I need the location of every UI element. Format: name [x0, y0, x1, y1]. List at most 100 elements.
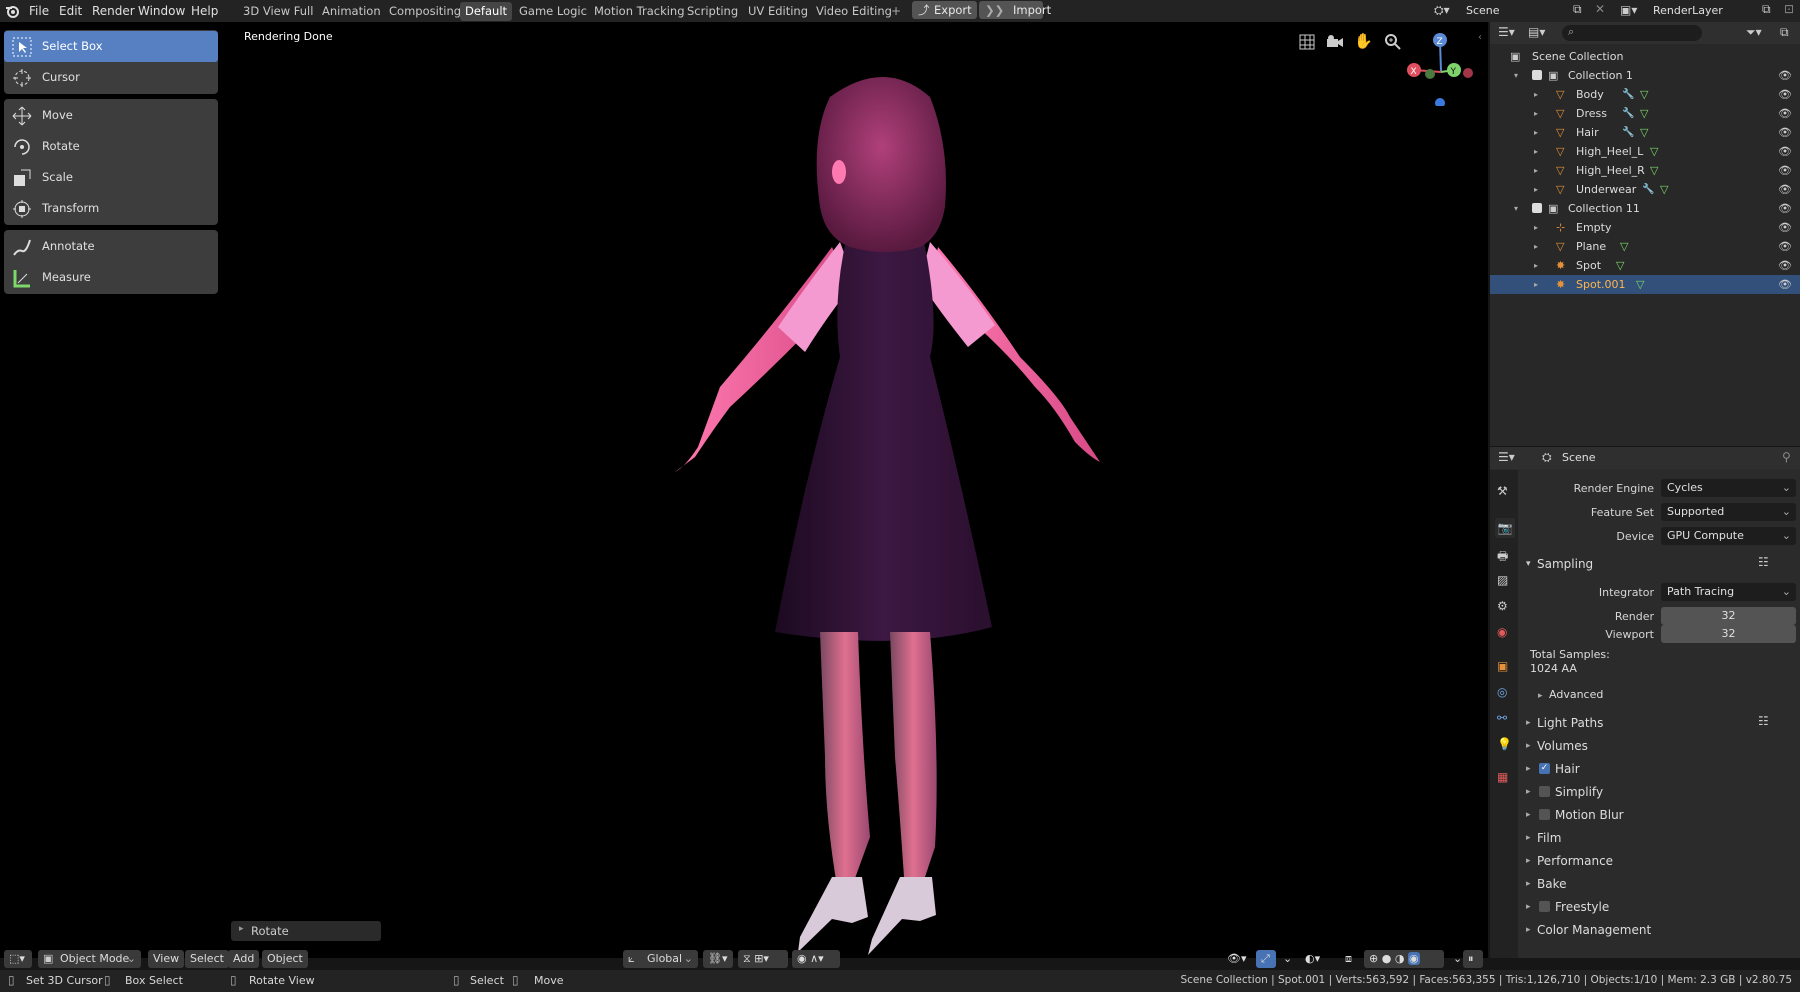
section-freestyle[interactable]: Freestyle	[1555, 900, 1609, 914]
menu-help[interactable]: Help	[191, 2, 218, 20]
section-expand-icon[interactable]: ▸	[1526, 718, 1531, 728]
editor-type-button[interactable]: ⬚▾	[4, 950, 32, 968]
export-button[interactable]: ⤴ Export	[912, 1, 977, 19]
section-expand-icon[interactable]: ▸	[1526, 741, 1531, 751]
rendered-shading-icon[interactable]: ◉	[1407, 952, 1420, 965]
section-expand-icon[interactable]: ▸	[1526, 764, 1531, 774]
collection-checkbox[interactable]	[1532, 70, 1542, 80]
presets-icon[interactable]: ☷	[1758, 555, 1769, 569]
visibility-eye-icon[interactable]: 👁	[1778, 180, 1792, 199]
outliner-row[interactable]: ▸ ▽ High_Heel_L ▽ 👁	[1490, 142, 1800, 161]
tool-annotate[interactable]: Annotate	[4, 231, 218, 262]
expand-icon[interactable]: ▸	[1534, 237, 1538, 256]
solid-shading-icon[interactable]: ●	[1382, 952, 1392, 965]
tool-measure[interactable]: Measure	[4, 262, 218, 293]
editor-type-icon[interactable]: ☰▾	[1498, 25, 1515, 39]
section-film[interactable]: Film	[1537, 831, 1561, 845]
section-sampling[interactable]: Sampling	[1537, 557, 1593, 571]
outliner-row[interactable]: ▾ ▣ Collection 11 👁	[1490, 199, 1800, 218]
expand-icon[interactable]: ▸	[1534, 256, 1538, 275]
constraints-tab-icon[interactable]: ⚯	[1497, 711, 1507, 725]
expand-icon[interactable]: ▸	[1534, 218, 1538, 237]
shading-dropdown[interactable]: ⌄	[1448, 950, 1462, 968]
section-color-management[interactable]: Color Management	[1537, 923, 1651, 937]
material-shading-icon[interactable]: ◑	[1395, 952, 1405, 965]
expand-icon[interactable]: ▸	[1534, 123, 1538, 142]
scene-name[interactable]: Scene	[1466, 2, 1564, 20]
menu-render[interactable]: Render	[92, 2, 135, 20]
tab-motion-tracking[interactable]: Motion Tracking	[589, 2, 690, 21]
section-advanced[interactable]: Advanced	[1549, 688, 1603, 701]
tab-scripting[interactable]: Scripting	[682, 2, 743, 21]
visibility-eye-icon[interactable]: 👁	[1778, 256, 1792, 275]
menu-window[interactable]: Window	[138, 2, 185, 20]
section-expand-icon[interactable]: ▸	[1526, 787, 1531, 797]
tool-select-box[interactable]: Select Box	[4, 31, 218, 62]
view-layer-icon[interactable]: ▣▾	[1620, 3, 1637, 17]
gizmo-toggle[interactable]: ⤢	[1256, 950, 1276, 968]
modifier-icon[interactable]: 🔧	[1622, 104, 1634, 123]
camera-view-icon[interactable]	[1326, 34, 1344, 50]
tool-transform[interactable]: Transform	[4, 193, 218, 224]
expand-icon[interactable]: ▸	[1534, 161, 1538, 180]
mesh-data-icon[interactable]: ▽	[1640, 123, 1648, 142]
section-bake[interactable]: Bake	[1537, 877, 1567, 891]
collapse-icon[interactable]: ▾	[1514, 199, 1518, 218]
section-expand-icon[interactable]: ▸	[1526, 856, 1531, 866]
menu-add[interactable]: Add	[228, 950, 260, 968]
mesh-data-icon[interactable]: ▽	[1620, 237, 1628, 256]
section-checkbox[interactable]	[1539, 809, 1550, 820]
outliner-row[interactable]: ▸ ✸ Spot ▽ 👁	[1490, 256, 1800, 275]
pause-render-button[interactable]: ⏸	[1463, 950, 1483, 968]
visibility-eye-icon[interactable]: 👁	[1778, 275, 1792, 294]
output-tab-icon[interactable]: 🖶	[1497, 547, 1508, 568]
visibility-select[interactable]: 👁▾	[1222, 950, 1252, 968]
xray-toggle[interactable]: ⧈	[1340, 950, 1360, 968]
tab-game-logic[interactable]: Game Logic	[514, 2, 592, 21]
overlay-toggle[interactable]: ◐▾	[1300, 950, 1334, 968]
add-workspace-icon[interactable]: +	[891, 2, 901, 20]
tab-uv-editing[interactable]: UV Editing	[743, 2, 813, 21]
section-hair[interactable]: Hair	[1555, 762, 1580, 776]
visibility-eye-icon[interactable]: 👁	[1778, 199, 1792, 218]
outliner-row[interactable]: ▸ ✸ Spot.001 ▽ 👁	[1490, 275, 1800, 294]
mode-select[interactable]: ▣ Object Mode ⌄	[38, 950, 141, 968]
display-mode-icon[interactable]: ▤▾	[1528, 25, 1545, 39]
visibility-eye-icon[interactable]: 👁	[1778, 104, 1792, 123]
tab-default[interactable]: Default	[460, 2, 513, 21]
render-tab-icon[interactable]: 📷	[1495, 518, 1515, 538]
section-checkbox[interactable]	[1539, 786, 1550, 797]
section-expand-icon[interactable]: ▸	[1526, 810, 1531, 820]
expand-icon[interactable]: ▸	[1534, 180, 1538, 199]
menu-view[interactable]: View	[148, 950, 185, 968]
visibility-eye-icon[interactable]: 👁	[1778, 237, 1792, 256]
navigation-gizmo[interactable]: Z Y X	[1400, 26, 1480, 106]
outliner-row-scene-collection[interactable]: ▣ Scene Collection	[1490, 47, 1800, 66]
outliner-row[interactable]: ▸ ▽ Hair 🔧 ▽ 👁	[1490, 123, 1800, 142]
outliner-row[interactable]: ▸ ▽ Plane ▽ 👁	[1490, 237, 1800, 256]
menu-select[interactable]: Select	[185, 950, 229, 968]
sidebar-toggle-icon[interactable]: ‹	[1478, 32, 1482, 43]
pan-view-icon[interactable]: ✋	[1354, 32, 1373, 50]
advanced-expand-icon[interactable]: ▸	[1538, 691, 1543, 701]
modifier-icon[interactable]: 🔧	[1622, 123, 1634, 142]
section-expand-icon[interactable]: ▸	[1526, 902, 1531, 912]
tool-rotate[interactable]: Rotate	[4, 131, 218, 162]
pin-icon[interactable]: ⚲	[1782, 450, 1791, 464]
world-tab-icon[interactable]: ◉	[1497, 625, 1507, 639]
expand-icon[interactable]: ▸	[1534, 142, 1538, 161]
section-simplify[interactable]: Simplify	[1555, 785, 1603, 799]
section-expand-icon[interactable]: ▸	[1526, 925, 1531, 935]
device-select[interactable]: GPU Compute ⌄	[1661, 527, 1796, 545]
snap-toggle[interactable]: ⧖ ⊞▾	[738, 950, 788, 968]
section-checkbox[interactable]	[1539, 901, 1550, 912]
modifier-icon[interactable]: 🔧	[1642, 180, 1654, 199]
visibility-eye-icon[interactable]: 👁	[1778, 85, 1792, 104]
import-button[interactable]: ❯❯ Import	[979, 1, 1051, 19]
viewport-samples-field[interactable]: 32	[1661, 625, 1796, 643]
section-motion-blur[interactable]: Motion Blur	[1555, 808, 1624, 822]
collection-checkbox[interactable]	[1532, 203, 1542, 213]
feature-set-select[interactable]: Supported ⌄	[1661, 503, 1796, 521]
physics-tab-icon[interactable]: ◎	[1497, 685, 1507, 699]
visibility-eye-icon[interactable]: 👁	[1778, 161, 1792, 180]
